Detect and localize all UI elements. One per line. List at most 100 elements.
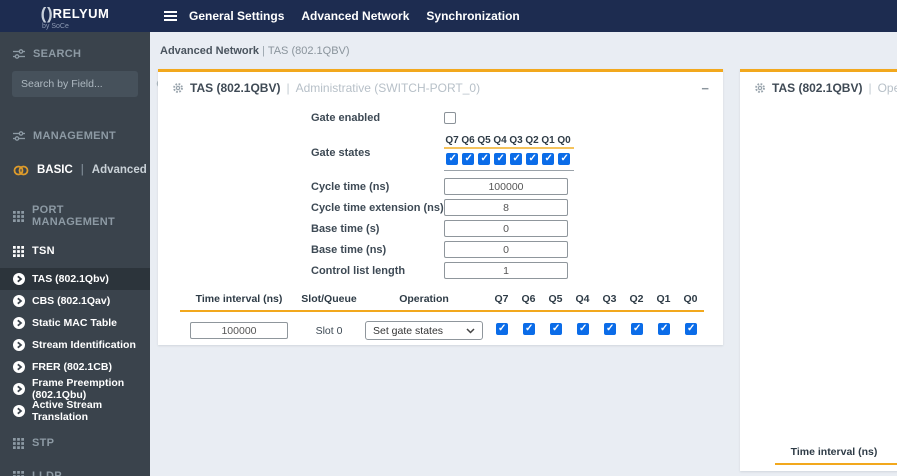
arrow-circle-icon <box>13 339 25 351</box>
toggle-rings-icon <box>13 165 29 176</box>
control-list-length-label: Control list length <box>311 264 406 277</box>
sidebar-item-tsn[interactable]: TSN <box>0 241 150 261</box>
sidebar: SEARCH MANAGEMENT BASIC | Advanced <box>0 32 167 476</box>
panel-title: TAS (802.1QBV) <box>772 81 863 95</box>
basic-label: BASIC <box>37 164 73 176</box>
tas-administrative-panel: TAS (802.1QBV) | Administrative (SWITCH-… <box>158 69 723 345</box>
panel-subtitle: Administrative (SWITCH-PORT_0) <box>295 81 481 95</box>
col-q7: Q7 <box>488 293 515 312</box>
sidebar-search-box <box>12 71 167 97</box>
brand-circle-icon: ( ) <box>40 4 53 23</box>
breadcrumb-separator: | <box>262 45 265 57</box>
gate-state-q0-checkbox[interactable] <box>558 153 570 165</box>
arrow-circle-icon <box>13 405 25 417</box>
operative-control-list-table: Time interval (ns) Slot/Queue <box>775 446 897 465</box>
gate-states-table: Q7 Q6 Q5 Q4 Q3 Q2 Q1 Q0 <box>444 135 574 171</box>
hamburger-menu-icon[interactable] <box>164 11 177 21</box>
col-q1: Q1 <box>650 293 677 312</box>
control-list-row: Slot 0 Set gate states <box>180 311 704 340</box>
gate-enabled-checkbox[interactable] <box>444 112 456 124</box>
queue-header: Q6 <box>461 135 475 146</box>
col-q6: Q6 <box>515 293 542 312</box>
sidebar-item-label: CBS (802.1Qav) <box>32 295 111 307</box>
queue-header: Q3 <box>509 135 523 146</box>
gate-state-q1-checkbox[interactable] <box>542 153 554 165</box>
operative-table-header-row: Time interval (ns) Slot/Queue <box>775 446 897 465</box>
brand-name: RELYUM <box>52 6 110 21</box>
sidebar-item-cbs[interactable]: CBS (802.1Qav) <box>0 290 150 312</box>
menu-advanced-network[interactable]: Advanced Network <box>301 9 409 23</box>
sidebar-item-tas[interactable]: TAS (802.1Qbv) <box>0 268 150 290</box>
sidebar-item-label: FRER (802.1CB) <box>32 361 112 373</box>
sidebar-section-search: SEARCH <box>0 44 150 64</box>
arrow-circle-icon <box>13 273 25 285</box>
base-time-s-label: Base time (s) <box>311 222 380 235</box>
gate-state-q7-checkbox[interactable] <box>446 153 458 165</box>
row-q4-checkbox[interactable] <box>576 323 589 335</box>
cards-row: TAS (802.1QBV) | Administrative (SWITCH-… <box>150 69 897 471</box>
row-q1-checkbox[interactable] <box>657 323 670 335</box>
sidebar-item-lldp[interactable]: LLDP <box>0 466 150 476</box>
sidebar-item-stp[interactable]: STP <box>0 433 150 453</box>
sidebar-port-management-header: PORT MANAGEMENT <box>32 204 116 228</box>
sidebar-item-frer[interactable]: FRER (802.1CB) <box>0 356 150 378</box>
row-q0-checkbox[interactable] <box>684 323 697 335</box>
gate-state-q2-checkbox[interactable] <box>526 153 538 165</box>
sidebar-item-label: Active Stream Translation <box>32 399 103 423</box>
menu-general-settings[interactable]: General Settings <box>189 9 284 23</box>
panel-title-separator: | <box>868 81 872 95</box>
cycle-time-extension-input[interactable] <box>444 199 568 216</box>
gate-state-q3-checkbox[interactable] <box>510 153 522 165</box>
sidebar-management-header: MANAGEMENT <box>33 130 117 142</box>
row-q2-checkbox[interactable] <box>630 323 643 335</box>
search-input[interactable] <box>21 78 156 90</box>
tas-operative-panel: TAS (802.1QBV) | Operative (SWITCH-PORT_… <box>740 69 897 471</box>
row-q3-checkbox[interactable] <box>603 323 616 335</box>
gate-state-q4-checkbox[interactable] <box>494 153 506 165</box>
control-list-length-row: Control list length <box>158 262 723 279</box>
brand-logo[interactable]: ( ) RELYUM by SoCe <box>0 2 150 30</box>
row-q5-checkbox[interactable] <box>549 323 562 335</box>
menu-synchronization[interactable]: Synchronization <box>426 9 519 23</box>
breadcrumb-page: TAS (802.1QBV) <box>267 45 350 57</box>
operation-selected-value: Set gate states <box>373 324 444 337</box>
sidebar-item-active-stream-translation[interactable]: Active Stream Translation <box>0 399 150 423</box>
control-list-table: Time interval (ns) Slot/Queue Operation … <box>180 293 704 340</box>
gate-state-q5-checkbox[interactable] <box>478 153 490 165</box>
operation-select[interactable]: Set gate states <box>365 321 483 340</box>
main-menu: General Settings Advanced Network Synchr… <box>189 9 520 23</box>
cycle-time-label: Cycle time (ns) <box>311 180 390 193</box>
row-q6-checkbox[interactable] <box>522 323 535 335</box>
queue-header: Q1 <box>541 135 555 146</box>
col-q2: Q2 <box>623 293 650 312</box>
base-time-ns-row: Base time (ns) <box>158 241 723 258</box>
queue-checkbox-row <box>444 149 574 171</box>
sidebar-search-header: SEARCH <box>33 48 82 60</box>
col-q5: Q5 <box>542 293 569 312</box>
sidebar-item-label: Static MAC Table <box>32 317 117 329</box>
arrow-circle-icon <box>13 295 25 307</box>
panel-title-separator: | <box>286 81 290 95</box>
main-content: Advanced Network | TAS (802.1QBV) TAS (8… <box>150 32 897 476</box>
gear-icon <box>172 82 184 94</box>
row-q7-checkbox[interactable] <box>495 323 508 335</box>
gate-state-q6-checkbox[interactable] <box>462 153 474 165</box>
sidebar-item-static-mac-table[interactable]: Static MAC Table <box>0 312 150 334</box>
cycle-time-input[interactable] <box>444 178 568 195</box>
base-time-s-input[interactable] <box>444 220 568 237</box>
sidebar-basic-advanced-toggle[interactable]: BASIC | Advanced <box>0 161 150 179</box>
sidebar-item-frame-preemption[interactable]: Frame Preemption (802.1Qbu) <box>0 377 150 401</box>
sidebar-item-label: Stream Identification <box>32 339 136 351</box>
grid-icon <box>13 245 24 257</box>
grid-icon <box>13 437 24 449</box>
panel-header: TAS (802.1QBV) | Administrative (SWITCH-… <box>158 72 723 102</box>
tsn-submenu: TAS (802.1Qbv) CBS (802.1Qav) Static MAC… <box>0 268 150 423</box>
collapse-panel-button[interactable]: − <box>701 82 709 95</box>
grid-icon <box>13 470 24 476</box>
top-navbar: ( ) RELYUM by SoCe General Settings Adva… <box>0 0 897 32</box>
base-time-ns-input[interactable] <box>444 241 568 258</box>
time-interval-input[interactable] <box>190 322 288 339</box>
control-list-length-input[interactable] <box>444 262 568 279</box>
control-list-header-row: Time interval (ns) Slot/Queue Operation … <box>180 293 704 312</box>
sidebar-item-stream-identification[interactable]: Stream Identification <box>0 334 150 356</box>
